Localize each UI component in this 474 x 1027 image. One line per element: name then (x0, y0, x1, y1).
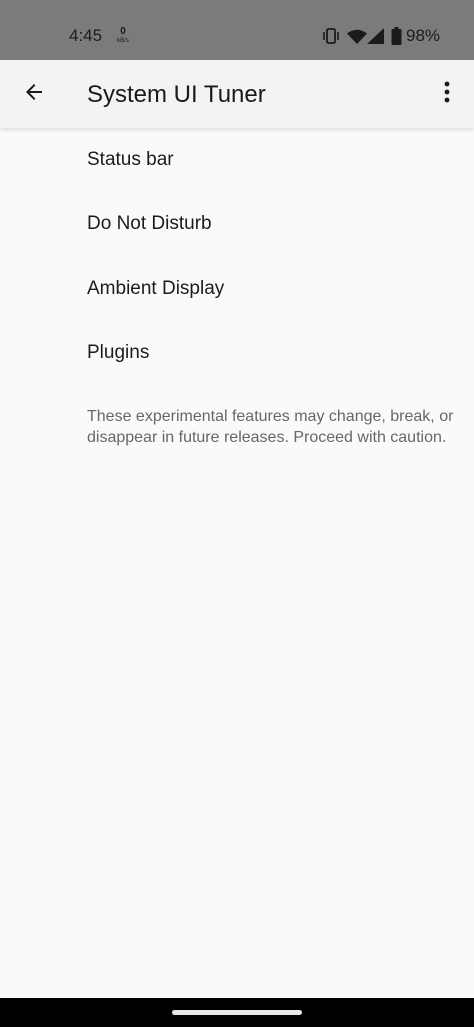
menu-item-status-bar[interactable]: Status bar (0, 128, 474, 192)
home-gesture-handle[interactable] (172, 1010, 302, 1015)
menu-item-label: Do Not Disturb (87, 213, 212, 234)
menu-item-label: Status bar (87, 149, 174, 170)
vibrate-icon (322, 28, 340, 49)
menu-item-do-not-disturb[interactable]: Do Not Disturb (0, 192, 474, 256)
menu-item-label: Plugins (87, 342, 150, 363)
page-title: System UI Tuner (87, 81, 266, 108)
cellular-signal-icon (367, 28, 384, 49)
more-options-button[interactable] (427, 74, 467, 114)
battery-icon (391, 27, 402, 50)
experimental-warning-text: These experimental features may change, … (87, 408, 454, 446)
network-speed-unit: kB/s (117, 38, 129, 44)
menu-item-ambient-display[interactable]: Ambient Display (0, 257, 474, 321)
menu-item-label: Ambient Display (87, 278, 225, 299)
network-speed-value: 0 (120, 26, 126, 37)
menu-item-plugins[interactable]: Plugins (0, 321, 474, 385)
status-time: 4:45 (69, 26, 103, 45)
wifi-icon (347, 29, 367, 49)
arrow-back-icon (22, 80, 46, 109)
status-bar: 4:45 0 kB/s 98% (0, 0, 474, 60)
navigation-bar (0, 998, 474, 1027)
back-button[interactable] (14, 74, 54, 114)
network-speed-indicator: 0 kB/s (114, 27, 132, 45)
battery-percentage: 98% (406, 26, 441, 45)
app-bar: System UI Tuner (0, 60, 474, 128)
more-vert-icon (444, 81, 450, 108)
